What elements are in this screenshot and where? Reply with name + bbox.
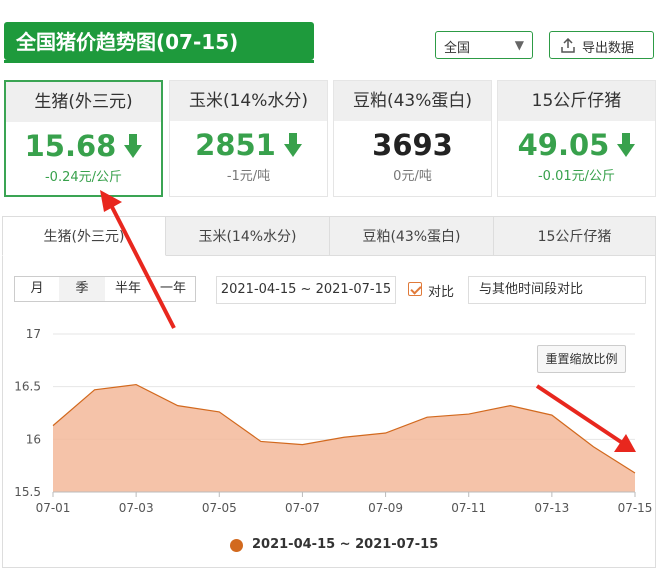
- x-tick-label: 07-03: [119, 501, 154, 515]
- region-select[interactable]: 全国 ▼: [435, 31, 533, 59]
- tab-live-hog[interactable]: 生猪(外三元): [2, 216, 166, 256]
- chevron-down-icon: ▼: [514, 38, 524, 52]
- card-change: -0.01元/公斤: [537, 169, 616, 184]
- x-tick-label: 07-05: [202, 501, 237, 515]
- data-point[interactable]: [425, 415, 429, 419]
- x-tick-label: 07-01: [36, 501, 71, 515]
- legend-label: 2021-04-15 ~ 2021-07-15: [252, 537, 439, 552]
- price-trend-chart[interactable]: 15.5 16 16.5 17 07-01 07-03 07-05 07-07 07-09 07-…: [0, 310, 656, 530]
- y-tick-label: 17: [26, 327, 41, 341]
- page-title: 全国猪价趋势图(07-15): [16, 30, 239, 54]
- card-price: 3693: [372, 128, 453, 162]
- data-point[interactable]: [633, 471, 637, 475]
- arrow-down-icon: [124, 134, 143, 158]
- date-range-input[interactable]: 2021-04-15 ~ 2021-07-15: [216, 276, 396, 304]
- card-price: 2851: [170, 127, 327, 163]
- compare-period-input[interactable]: 与其他时间段对比: [468, 276, 646, 304]
- data-point[interactable]: [467, 412, 471, 416]
- x-tick-label: 07-13: [534, 501, 569, 515]
- arrow-down-icon: [283, 133, 302, 157]
- card-title: 玉米(14%水分): [170, 81, 327, 121]
- price-card-live-hog[interactable]: 生猪(外三元) 15.68 -0.24元/公斤: [4, 80, 163, 197]
- tab-soymeal[interactable]: 豆粕(43%蛋白): [330, 216, 494, 256]
- y-tick-label: 15.5: [14, 485, 41, 499]
- data-point[interactable]: [508, 404, 512, 408]
- page: 全国猪价趋势图(07-15) 全国 ▼ 导出数据 生猪(外三元) 15.68 -…: [0, 0, 656, 570]
- x-tick-label: 07-09: [368, 501, 403, 515]
- x-tick-label: 07-07: [285, 501, 320, 515]
- x-tick-label: 07-11: [451, 501, 486, 515]
- price-card-piglet[interactable]: 15公斤仔猪 49.05 -0.01元/公斤: [497, 80, 656, 197]
- y-tick-label: 16.5: [14, 380, 41, 394]
- chart-tabs: 生猪(外三元) 玉米(14%水分) 豆粕(43%蛋白) 15公斤仔猪: [2, 216, 656, 256]
- card-change: -1元/吨: [226, 169, 271, 184]
- card-title: 豆粕(43%蛋白): [334, 81, 491, 121]
- period-year-button[interactable]: 一年: [151, 277, 195, 301]
- export-data-label: 导出数据: [582, 41, 635, 56]
- period-month-button[interactable]: 月: [15, 277, 59, 301]
- card-price: 15.68: [6, 128, 161, 164]
- data-point[interactable]: [300, 443, 304, 447]
- price-card-soymeal[interactable]: 豆粕(43%蛋白) 3693 0元/吨: [333, 80, 492, 197]
- data-point[interactable]: [342, 435, 346, 439]
- price-card-corn[interactable]: 玉米(14%水分) 2851 -1元/吨: [169, 80, 328, 197]
- page-title-tab: 全国猪价趋势图(07-15): [4, 22, 314, 63]
- data-point[interactable]: [134, 383, 138, 387]
- data-point[interactable]: [176, 404, 180, 408]
- period-selector: 月 季 半年 一年: [14, 276, 196, 302]
- compare-checkbox[interactable]: [408, 282, 422, 296]
- export-data-button[interactable]: 导出数据: [549, 31, 654, 59]
- tab-piglet[interactable]: 15公斤仔猪: [494, 216, 656, 256]
- data-point[interactable]: [93, 388, 97, 392]
- arrow-down-icon: [617, 133, 636, 157]
- data-point[interactable]: [217, 410, 221, 414]
- data-point[interactable]: [384, 431, 388, 435]
- card-change: -0.24元/公斤: [44, 170, 123, 185]
- period-half-year-button[interactable]: 半年: [105, 277, 151, 301]
- data-point[interactable]: [51, 424, 55, 428]
- card-change: 0元/吨: [393, 169, 432, 184]
- data-point[interactable]: [591, 445, 595, 449]
- legend-marker: [230, 539, 243, 552]
- compare-label: 对比: [428, 285, 455, 300]
- card-title: 15公斤仔猪: [498, 81, 655, 121]
- data-point[interactable]: [259, 439, 263, 443]
- y-tick-label: 16: [26, 432, 41, 446]
- tab-corn[interactable]: 玉米(14%水分): [166, 216, 330, 256]
- card-title: 生猪(外三元): [6, 82, 161, 122]
- card-price: 49.05: [498, 127, 655, 163]
- period-quarter-button[interactable]: 季: [59, 277, 105, 301]
- export-icon: [561, 38, 575, 53]
- x-tick-label: 07-15: [618, 501, 653, 515]
- data-point[interactable]: [550, 413, 554, 417]
- region-select-value: 全国: [444, 41, 471, 56]
